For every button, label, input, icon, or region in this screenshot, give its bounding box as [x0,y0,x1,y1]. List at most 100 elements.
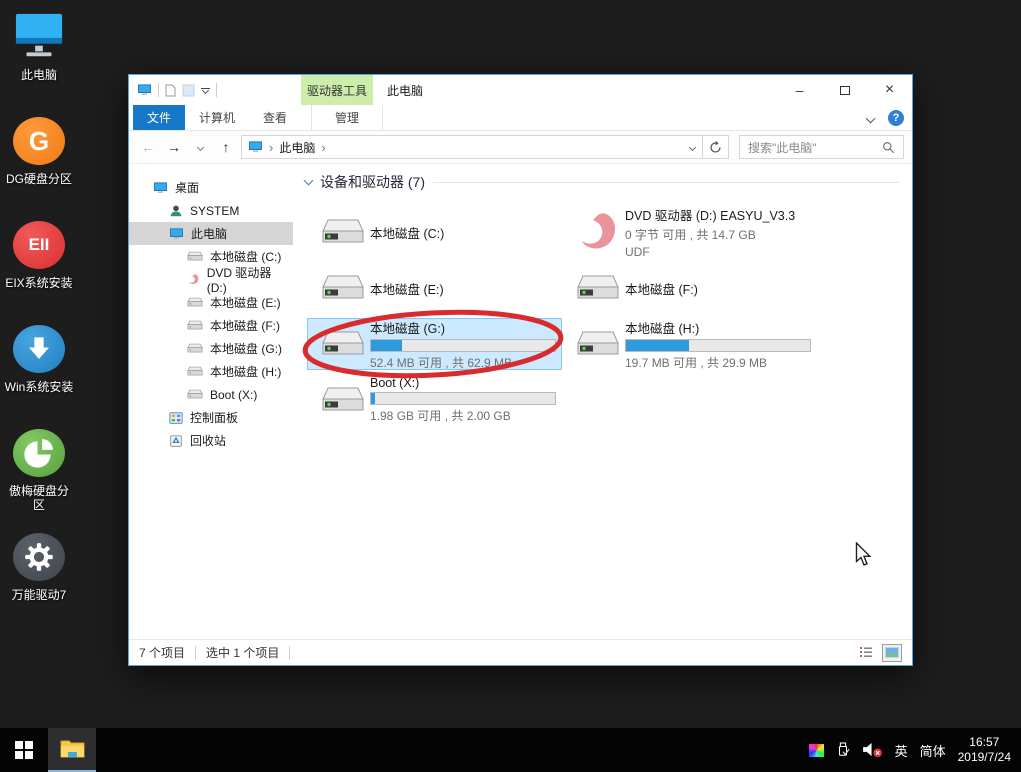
close-button[interactable]: × [867,75,912,105]
address-bar[interactable]: › 此电脑 › [241,135,729,159]
taskbar: 英 简体 16:57 2019/7/24 [0,728,1021,772]
search-icon[interactable] [882,141,895,154]
forward-button[interactable]: → [163,136,185,158]
desktop-icon-label: 此电脑 [20,68,57,82]
properties-icon[interactable] [165,84,176,97]
window-system-icon[interactable] [137,84,152,96]
desktop-icon-list: 此电脑 G DG硬盘分区 EII EIX系统安装 Win系统安装 傲梅硬盘分区 … [4,4,74,628]
item-count: 7 个项目 [139,646,186,660]
separator [289,645,291,660]
help-icon[interactable]: ? [888,110,904,126]
dvd-drive-icon [569,209,625,255]
desktop-icon-dg-partition[interactable]: G DG硬盘分区 [4,108,74,212]
back-button[interactable]: ← [137,136,159,158]
drive-size-text: 52.4 MB 可用 , 共 62.9 MB [370,355,513,370]
up-button[interactable]: ↑ [215,136,237,158]
drive-tile[interactable]: DVD 驱动器 (D:) EASYU_V3.3 0 字节 可用 , 共 14.7… [562,206,817,259]
hard-drive-icon [569,328,625,360]
hard-drive-icon [314,272,370,304]
separator [158,83,159,97]
chevron-right-icon[interactable]: › [321,140,325,155]
control-panel-icon [169,411,183,424]
drive-tools-context-tab[interactable]: 驱动器工具 [301,75,373,105]
desktop-icon-win-install[interactable]: Win系统安装 [4,316,74,420]
desktop-icon-label: DG硬盘分区 [5,172,72,186]
tab-file[interactable]: 文件 [133,105,185,130]
volume-muted-icon[interactable] [862,742,883,758]
nav-item-control-panel[interactable]: 控制面板 [129,406,293,429]
drive-tile[interactable]: 本地磁盘 (C:) [307,206,562,258]
nav-item-drive-d[interactable]: DVD 驱动器 (D:) [129,266,293,295]
drive-icon [187,251,203,261]
search-input[interactable]: 搜索"此电脑" [739,135,904,159]
nav-item-this-pc[interactable]: 此电脑 [129,222,293,245]
separator [216,83,217,97]
nav-item-drive-h[interactable]: 本地磁盘 (H:) [129,360,293,383]
drive-capacity-bar [625,338,811,352]
drive-capacity-bar [370,392,556,405]
desktop-icon-label: 万能驱动7 [11,588,67,602]
taskbar-clock[interactable]: 16:57 2019/7/24 [958,735,1011,765]
details-view-button[interactable] [856,644,876,662]
nav-item-recycle-bin[interactable]: 回收站 [129,429,293,452]
taskbar-file-explorer-button[interactable] [48,728,96,772]
nav-item-desktop[interactable]: 桌面 [129,176,293,199]
diskgenius-icon: G [12,114,66,168]
desktop-icon-driver7[interactable]: 万能驱动7 [4,524,74,628]
content-pane: 设备和驱动器 (7) 本地磁盘 (C:) DVD 驱动器 (D:) EASYU_… [293,164,912,639]
address-dropdown-icon[interactable] [682,143,702,151]
nav-item-drive-e[interactable]: 本地磁盘 (E:) [129,291,293,314]
separator [195,645,197,660]
qat-customize-icon[interactable] [201,86,210,94]
drive-name: 本地磁盘 (C:) [370,226,445,241]
drive-tile[interactable]: Boot (X:) 1.98 GB 可用 , 共 2.00 GB [307,374,562,426]
drive-tile[interactable]: 本地磁盘 (E:) [307,262,562,314]
desktop-icon-aomei-partition[interactable]: 傲梅硬盘分区 [4,420,74,524]
desktop-icon-this-pc[interactable]: 此电脑 [4,4,74,108]
drive-tile[interactable]: 本地磁盘 (G:) 52.4 MB 可用 , 共 62.9 MB [307,318,562,370]
selected-count: 选中 1 个项目 [206,646,280,660]
nav-item-drive-g[interactable]: 本地磁盘 (G:) [129,337,293,360]
computer-icon [12,10,66,64]
display-color-icon[interactable] [808,743,824,757]
tab-view[interactable]: 查看 [249,105,301,130]
group-header-rule [433,181,900,183]
nav-item-drive-f[interactable]: 本地磁盘 (F:) [129,314,293,337]
ime-mode-indicator[interactable]: 简体 [920,741,946,760]
drive-capacity-bar [370,338,556,352]
drive-icon [187,389,203,399]
search-placeholder: 搜索"此电脑" [748,140,817,155]
group-header-label: 设备和驱动器 (7) [320,174,425,190]
drive-tile[interactable]: 本地磁盘 (H:) 19.7 MB 可用 , 共 29.9 MB [562,318,817,370]
drive-capacity-fill [371,393,375,404]
desktop-icon-eix-install[interactable]: EII EIX系统安装 [4,212,74,316]
drive-name: DVD 驱动器 (D:) EASYU_V3.3 [625,209,796,223]
nav-item-system-user[interactable]: SYSTEM [129,199,293,222]
computer-icon [249,141,262,152]
refresh-icon[interactable] [702,136,728,158]
usb-eject-icon[interactable] [836,742,850,758]
group-header[interactable]: 设备和驱动器 (7) [303,172,912,192]
ime-language-indicator[interactable]: 英 [895,741,908,760]
drive-size-text: 0 字节 可用 , 共 14.7 GB [625,228,756,242]
ribbon-collapse-icon[interactable] [865,113,876,123]
chevron-down-icon[interactable] [303,175,314,185]
minimize-button[interactable]: – [777,75,822,105]
maximize-button[interactable] [822,75,867,105]
breadcrumb-this-pc[interactable]: 此电脑 [279,139,315,156]
tab-computer[interactable]: 计算机 [185,105,249,130]
drive-size-text: 1.98 GB 可用 , 共 2.00 GB [370,409,511,423]
tab-manage[interactable]: 管理 [311,105,384,130]
drive-name: 本地磁盘 (E:) [370,282,444,297]
nav-item-drive-x[interactable]: Boot (X:) [129,383,293,406]
hard-drive-icon [314,216,370,248]
recent-locations-icon[interactable] [189,136,211,158]
drive-tile[interactable]: 本地磁盘 (F:) [562,262,817,314]
hard-drive-icon [569,272,625,304]
computer-icon [170,227,183,239]
start-button[interactable] [0,728,48,772]
new-folder-icon[interactable] [182,84,195,97]
drive-capacity-fill [371,339,403,351]
thumbnail-view-button[interactable] [882,643,902,662]
drive-icon [187,297,203,307]
